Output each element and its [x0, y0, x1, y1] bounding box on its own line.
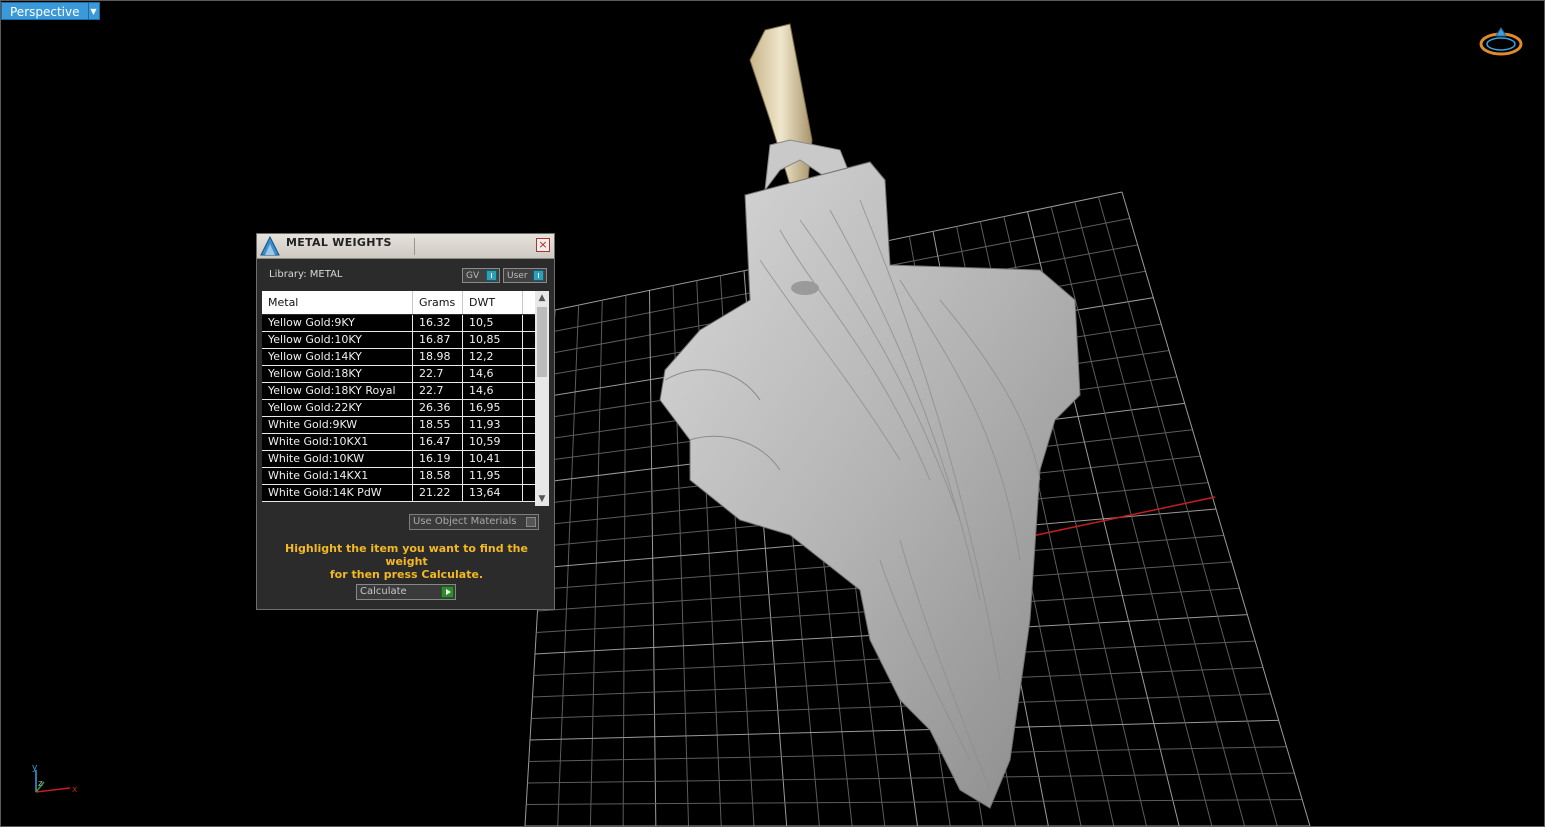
cell-metal: Yellow Gold:18KY Royal	[262, 383, 413, 399]
gv-toggle[interactable]: GV	[462, 268, 500, 283]
column-header-grams[interactable]: Grams	[413, 291, 463, 314]
table-row[interactable]: Yellow Gold:18KY 22.7 14,6	[262, 366, 535, 383]
cell-metal: Yellow Gold:18KY	[262, 366, 413, 382]
viewport-tab[interactable]: Perspective ▼	[1, 2, 100, 20]
instruction-line-2: for then press Calculate.	[329, 568, 484, 581]
cell-dwt: 14,6	[463, 366, 523, 382]
svg-text:z: z	[38, 779, 43, 789]
cell-grams: 18.55	[413, 417, 463, 433]
cell-grams: 16.87	[413, 332, 463, 348]
use-object-materials-toggle[interactable]: Use Object Materials	[409, 514, 539, 530]
table-header: Metal Grams DWT	[262, 291, 535, 314]
column-header-metal[interactable]: Metal	[262, 291, 413, 314]
svg-text:y: y	[32, 764, 38, 773]
3d-viewport[interactable]: Perspective ▼ x y z METAL WEIGHTS × Libr…	[0, 0, 1545, 827]
cell-dwt: 11,93	[463, 417, 523, 433]
cell-grams: 16.19	[413, 451, 463, 467]
cell-metal: White Gold:9KW	[262, 417, 413, 433]
cell-grams: 26.36	[413, 400, 463, 416]
toggle-knob-icon[interactable]	[533, 270, 544, 281]
user-toggle[interactable]: User	[503, 268, 547, 283]
cell-dwt: 13,64	[463, 485, 523, 501]
table-row[interactable]: Yellow Gold:18KY Royal 22.7 14,6	[262, 383, 535, 400]
table-row[interactable]: White Gold:14K PdW 21.22 13,64	[262, 485, 535, 502]
cell-dwt: 10,41	[463, 451, 523, 467]
cell-metal: White Gold:10KW	[262, 451, 413, 467]
metal-table[interactable]: Metal Grams DWT Yellow Gold:9KY 16.32 10,5…	[262, 291, 549, 506]
table-row[interactable]: White Gold:10KW 16.19 10,41	[262, 451, 535, 468]
viewport-scene	[524, 23, 1311, 827]
cell-dwt: 11,95	[463, 468, 523, 484]
chevron-down-icon[interactable]: ▼	[87, 2, 100, 20]
table-body: Yellow Gold:9KY 16.32 10,5 Yellow Gold:10KY…	[262, 315, 535, 502]
column-header-dwt[interactable]: DWT	[463, 291, 523, 314]
table-row[interactable]: White Gold:9KW 18.55 11,93	[262, 417, 535, 434]
table-row[interactable]: Yellow Gold:22KY 26.36 16,95	[262, 400, 535, 417]
cell-metal: Yellow Gold:10KY	[262, 332, 413, 348]
cell-grams: 22.7	[413, 366, 463, 382]
cell-grams: 18.98	[413, 349, 463, 365]
table-row[interactable]: White Gold:14KX1 18.58 11,95	[262, 468, 535, 485]
dialog-titlebar[interactable]: METAL WEIGHTS ×	[257, 234, 554, 259]
calculate-label: Calculate	[360, 586, 407, 597]
table-row[interactable]: White Gold:10KX1 16.47 10,59	[262, 434, 535, 451]
axis-tripod-icon: x y z	[32, 764, 78, 795]
svg-text:x: x	[72, 785, 78, 795]
cell-grams: 22.7	[413, 383, 463, 399]
cell-metal: White Gold:14KX1	[262, 468, 413, 484]
cell-metal: Yellow Gold:9KY	[262, 315, 413, 331]
cell-dwt: 16,95	[463, 400, 523, 416]
scroll-up-icon[interactable]: ▲	[535, 291, 549, 305]
viewport-label[interactable]: Perspective	[1, 2, 88, 20]
play-arrow-icon[interactable]	[441, 586, 454, 598]
gv-toggle-label: GV	[466, 270, 480, 281]
toggle-knob-icon[interactable]	[526, 517, 536, 527]
library-label: Library: METAL	[269, 269, 343, 280]
cell-grams: 16.32	[413, 315, 463, 331]
table-scrollbar[interactable]: ▲ ▼	[535, 291, 549, 506]
cell-dwt: 12,2	[463, 349, 523, 365]
cell-dwt: 14,6	[463, 383, 523, 399]
cell-metal: White Gold:14K PdW	[262, 485, 413, 501]
cell-dwt: 10,5	[463, 315, 523, 331]
cell-metal: White Gold:10KX1	[262, 434, 413, 450]
calculate-button[interactable]: Calculate	[356, 584, 456, 600]
cell-grams: 18.58	[413, 468, 463, 484]
instruction-line-1: Highlight the item you want to find the …	[285, 542, 528, 568]
instruction-text: Highlight the item you want to find the …	[267, 542, 546, 581]
scroll-down-icon[interactable]: ▼	[535, 492, 549, 506]
user-toggle-label: User	[507, 270, 528, 281]
table-row[interactable]: Yellow Gold:14KY 18.98 12,2	[262, 349, 535, 366]
cell-grams: 21.22	[413, 485, 463, 501]
scroll-thumb[interactable]	[537, 307, 547, 377]
lion-pendant-model[interactable]	[659, 23, 1081, 809]
view-navigator-icon[interactable]	[1478, 26, 1524, 58]
title-divider	[414, 238, 415, 255]
cell-dwt: 10,59	[463, 434, 523, 450]
use-object-materials-label: Use Object Materials	[413, 516, 517, 527]
cell-dwt: 10,85	[463, 332, 523, 348]
table-row[interactable]: Yellow Gold:9KY 16.32 10,5	[262, 315, 535, 332]
dialog-title: METAL WEIGHTS	[286, 236, 392, 249]
cell-grams: 16.47	[413, 434, 463, 450]
close-icon[interactable]: ×	[536, 238, 550, 252]
cell-metal: Yellow Gold:14KY	[262, 349, 413, 365]
cell-metal: Yellow Gold:22KY	[262, 400, 413, 416]
metal-weights-dialog[interactable]: METAL WEIGHTS × Library: METAL GV User M…	[256, 233, 555, 610]
app-logo-icon	[260, 235, 280, 256]
table-row[interactable]: Yellow Gold:10KY 16.87 10,85	[262, 332, 535, 349]
toggle-knob-icon[interactable]	[486, 270, 497, 281]
